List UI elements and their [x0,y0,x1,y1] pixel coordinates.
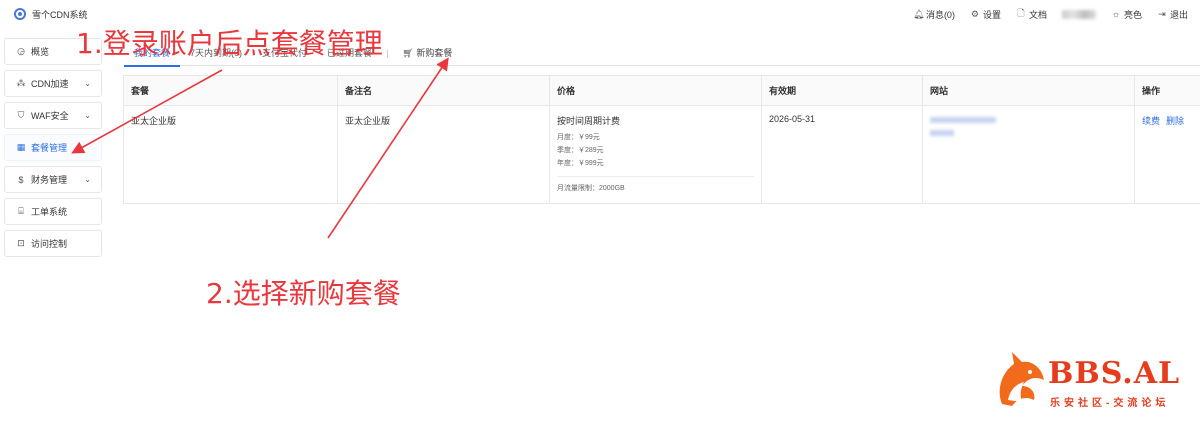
annotation-step-1: 1.登录账户后点套餐管理 [76,27,383,60]
fox-logo-icon [999,352,1044,406]
annotation-step-2: 2.选择新购套餐 [206,277,401,310]
arrow-to-new-package-tab [327,57,449,239]
watermark-slogan: 乐安社区-交流论坛 [1050,398,1170,409]
watermark-brand: BBS.AL [1048,356,1181,391]
arrow-to-package-menu [71,69,223,154]
watermark: BBS.AL 乐安社区-交流论坛 [992,350,1192,410]
